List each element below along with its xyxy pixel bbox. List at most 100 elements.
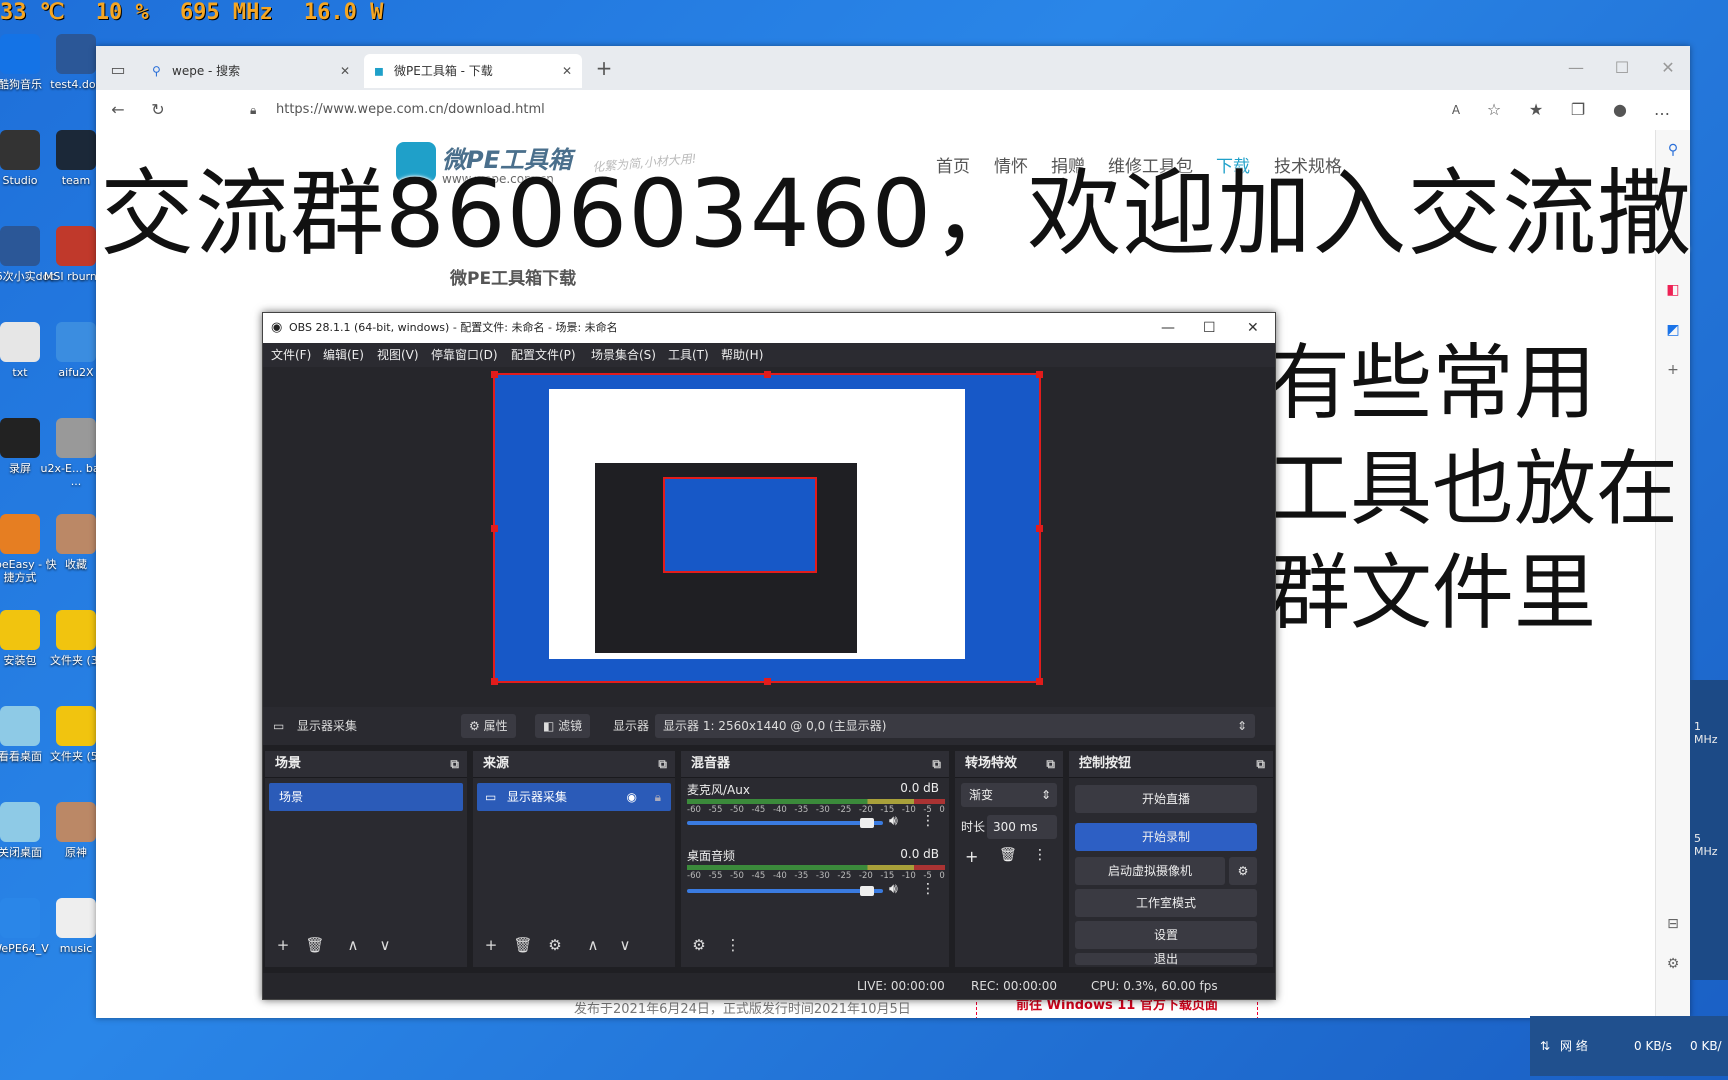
refresh-icon[interactable]: ↻ [148,100,168,120]
obs-statusbar: LIVE: 00:00:00 REC: 00:00:00 CPU: 0.3%, … [263,973,1275,999]
eye-icon[interactable]: ◉ [627,783,637,811]
close-tab-icon[interactable]: ✕ [340,54,350,88]
lock-icon[interactable]: 🔒︎ [655,783,661,811]
menu-view[interactable]: 视图(V) [377,343,419,367]
kebab-menu-icon[interactable]: ⋮ [921,881,935,897]
back-icon[interactable]: ← [108,100,128,120]
new-tab-button[interactable]: + [594,58,614,78]
add-icon[interactable]: + [1665,362,1681,378]
resize-handle[interactable] [491,678,498,685]
kebab-menu-icon[interactable]: ⋮ [1033,847,1047,863]
add-icon[interactable]: + [965,847,978,866]
resize-handle[interactable] [491,525,498,532]
meter-tick-label: -30 [815,871,830,881]
close-window-icon[interactable]: ✕ [1658,58,1678,78]
source-item[interactable]: ▭ 显示器采集 ◉ 🔒︎ [477,783,671,811]
undock-icon[interactable]: ⧉ [658,751,667,777]
virtual-camera-gear-icon[interactable]: ⚙ [1229,857,1257,885]
tab-label: 微PE工具箱 - 下载 [394,64,493,78]
outlook-icon[interactable]: ◩ [1665,322,1681,338]
menu-help[interactable]: 帮助(H) [721,343,763,367]
url-text: https://www.wepe.com.cn/download.html [276,102,545,117]
maximize-icon[interactable]: ☐ [1612,58,1632,78]
kebab-menu-icon[interactable]: ⋮ [921,813,935,829]
mic-volume-slider[interactable] [687,821,883,825]
gear-icon[interactable]: ⚙ [543,933,567,957]
speaker-icon[interactable]: 🔊︎ [889,813,898,829]
menu-profile[interactable]: 配置文件(P) [511,343,576,367]
kebab-menu-icon[interactable]: ⋮ [721,933,745,957]
chevron-down-icon[interactable]: ∨ [613,933,637,957]
menu-file[interactable]: 文件(F) [271,343,311,367]
obs-menubar: 文件(F) 编辑(E) 视图(V) 停靠窗口(D) 配置文件(P) 场景集合(S… [263,343,1275,367]
tab-wepe-search[interactable]: ⚲ wepe - 搜索 ✕ [142,54,360,88]
meter-tick-label: 0 [939,871,945,881]
exit-button[interactable]: 退出 [1075,953,1257,965]
trash-icon[interactable]: 🗑︎ [999,847,1017,863]
display-select[interactable]: 显示器 1: 2560x1440 @ 0,0 (主显示器) ⇕ [655,714,1255,738]
undock-icon[interactable]: ⧉ [1256,751,1265,777]
tab-wepe-download[interactable]: ◼ 微PE工具箱 - 下载 ✕ [364,54,582,88]
minimize-icon[interactable]: — [1566,58,1586,78]
undock-icon[interactable]: ⧉ [1046,751,1055,777]
app-icon [56,898,96,938]
chevron-down-icon[interactable]: ∨ [373,933,397,957]
trash-icon[interactable]: 🗑︎ [303,933,327,957]
transition-select[interactable]: 渐变 ⇕ [961,783,1057,807]
resize-handle[interactable] [491,371,498,378]
tab-actions-icon[interactable]: ▭ [108,60,128,80]
meter-tick-label: -50 [729,805,744,815]
dock-title: 混音器 [691,756,731,771]
maximize-icon[interactable]: ☐ [1203,313,1216,343]
scene-item[interactable]: 场景 [269,783,463,811]
start-virtual-camera-button[interactable]: 启动虚拟摄像机 [1075,857,1225,885]
trash-icon[interactable]: 🗑︎ [511,933,535,957]
lock-icon: 🔒︎ [250,103,257,117]
add-icon[interactable]: + [271,933,295,957]
menu-docks[interactable]: 停靠窗口(D) [431,343,498,367]
resize-handle[interactable] [1036,371,1043,378]
undock-icon[interactable]: ⧉ [450,751,459,777]
undock-icon[interactable]: ⧉ [932,751,941,777]
search-icon[interactable]: ⚲ [1665,142,1681,158]
settings-button[interactable]: 设置 [1075,921,1257,949]
mic-volume-knob[interactable] [860,818,874,828]
desktop-volume-slider[interactable] [687,889,883,893]
advanced-audio-gear-icon[interactable]: ⚙ [687,933,711,957]
start-streaming-button[interactable]: 开始直播 [1075,785,1257,813]
desktop-volume-knob[interactable] [860,886,874,896]
monitor-icon: ▭ [273,719,285,733]
app-icon [0,130,40,170]
menu-tools[interactable]: 工具(T) [668,343,709,367]
menu-scene-collection[interactable]: 场景集合(S) [591,343,656,367]
chevron-up-icon[interactable]: ∧ [341,933,365,957]
profile-icon[interactable]: ● [1610,100,1630,120]
resize-handle[interactable] [1036,678,1043,685]
office-icon[interactable]: ◧ [1665,282,1681,298]
split-screen-icon[interactable]: ⊟ [1665,916,1681,932]
url-field[interactable]: 🔒︎ https://www.wepe.com.cn/download.html [236,96,1496,124]
resize-handle[interactable] [764,678,771,685]
chevron-up-icon[interactable]: ∧ [581,933,605,957]
speaker-icon[interactable]: 🔊︎ [889,881,898,897]
favorite-icon[interactable]: ☆ [1484,100,1504,120]
close-window-icon[interactable]: ✕ [1247,313,1259,343]
favorites-icon[interactable]: ★ [1526,100,1546,120]
collections-icon[interactable]: ❐ [1568,100,1588,120]
filters-button[interactable]: ◧ 滤镜 [535,714,591,738]
duration-spinbox[interactable]: 300 ms [987,815,1057,839]
add-icon[interactable]: + [479,933,503,957]
settings-gear-icon[interactable]: ⚙ [1665,956,1681,972]
start-recording-button[interactable]: 开始录制 [1075,823,1257,851]
studio-mode-button[interactable]: 工作室模式 [1075,889,1257,917]
resize-handle[interactable] [764,371,771,378]
preview-canvas[interactable] [491,371,1043,685]
more-icon[interactable]: … [1652,100,1672,120]
resize-handle[interactable] [1036,525,1043,532]
close-tab-icon[interactable]: ✕ [562,54,572,88]
read-aloud-icon[interactable]: A [1446,100,1466,120]
nested-canvas [663,477,817,573]
minimize-icon[interactable]: — [1161,313,1175,343]
menu-edit[interactable]: 编辑(E) [323,343,364,367]
properties-button[interactable]: ⚙ 属性 [461,714,516,738]
